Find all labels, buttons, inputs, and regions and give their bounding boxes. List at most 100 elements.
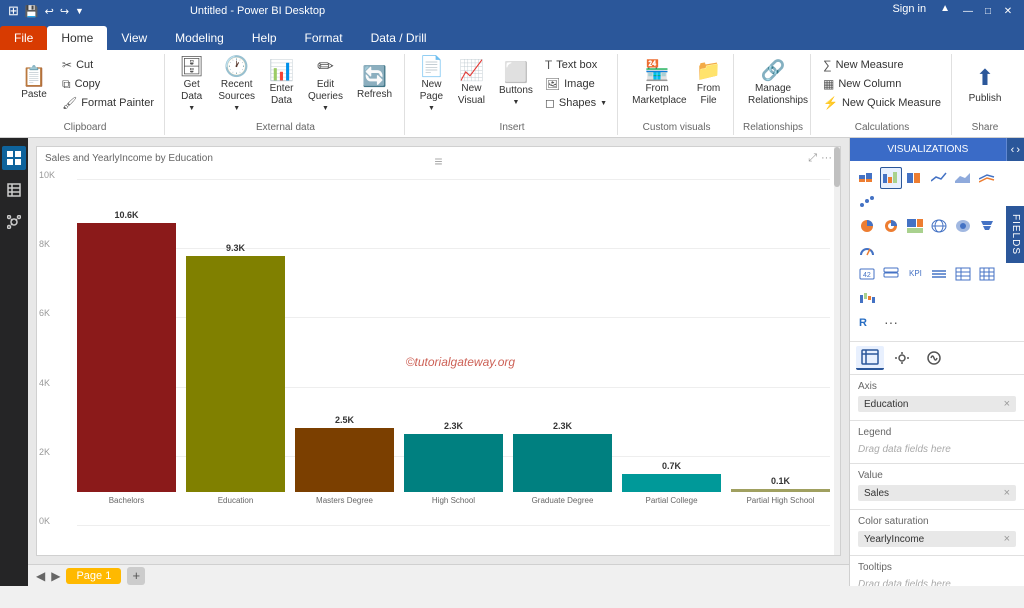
fields-tool-btn[interactable] — [856, 346, 884, 370]
vis-icon-stacked-bar[interactable] — [856, 167, 878, 189]
dropdown-arrow[interactable]: ▼ — [75, 6, 84, 16]
tab-home[interactable]: Home — [47, 26, 107, 50]
vis-icon-line-stacked[interactable] — [976, 167, 998, 189]
axis-section: Axis Education × — [850, 375, 1024, 421]
chart-more-btn[interactable]: ··· — [821, 152, 832, 165]
new-page-button[interactable]: 📄 NewPage ▼ — [413, 56, 450, 112]
undo-btn[interactable]: ↩ — [45, 5, 54, 18]
new-quick-measure-button[interactable]: ⚡ New Quick Measure — [819, 94, 945, 112]
vis-icon-map[interactable] — [928, 215, 950, 237]
bar-item-graduate[interactable]: 2.3K Graduate Degree — [513, 199, 612, 505]
tab-modeling[interactable]: Modeling — [161, 26, 238, 50]
from-file-button[interactable]: 📁 FromFile — [690, 56, 727, 112]
tab-view[interactable]: View — [107, 26, 161, 50]
page-nav-right[interactable]: ▶ — [51, 569, 60, 583]
vis-icon-multirow-card[interactable] — [880, 263, 902, 285]
vis-icon-gauge[interactable] — [856, 239, 878, 261]
vis-icon-waterfall[interactable] — [856, 287, 878, 309]
vis-icon-treemap[interactable] — [904, 215, 926, 237]
page-1-tab[interactable]: Page 1 — [66, 568, 121, 584]
vis-icon-donut[interactable] — [880, 215, 902, 237]
bar-item-partial-highschool[interactable]: 0.1K Partial High School — [731, 199, 830, 505]
relationships-label: Relationships — [742, 119, 804, 133]
paste-button[interactable]: 📋 Paste — [12, 56, 56, 112]
panel-chevrons: ‹ › — [1007, 138, 1024, 161]
vis-icon-kpi[interactable]: KPI — [904, 263, 926, 285]
format-painter-button[interactable]: 🖌 Format Painter — [58, 94, 158, 112]
vis-icon-filled-map[interactable] — [952, 215, 974, 237]
tab-data-drill[interactable]: Data / Drill — [357, 26, 441, 50]
axis-remove-btn[interactable]: × — [1004, 398, 1010, 410]
format-tool-btn[interactable] — [888, 346, 916, 370]
from-marketplace-button[interactable]: 🏪 FromMarketplace — [626, 56, 688, 112]
bar-item-masters[interactable]: 2.5K Masters Degree — [295, 199, 394, 505]
get-data-button[interactable]: 🗄 GetData ▼ — [173, 56, 210, 112]
vis-icon-line[interactable] — [928, 167, 950, 189]
sign-in-btn[interactable]: Sign in — [892, 3, 926, 19]
chart-menu-btn[interactable]: ≡ — [434, 153, 442, 169]
chart-scrollbar-thumb[interactable] — [834, 147, 840, 187]
enter-data-button[interactable]: 📊 EnterData — [263, 56, 300, 112]
refresh-button[interactable]: 🔄 Refresh — [351, 56, 398, 112]
vis-icons-section: 42 KPI R ··· — [850, 161, 1024, 342]
maximize-btn[interactable]: □ — [980, 3, 996, 19]
visualizations-tab[interactable]: VISUALIZATIONS — [850, 138, 1007, 161]
manage-relationships-button[interactable]: 🔗 ManageRelationships — [742, 56, 804, 112]
image-button[interactable]: 🖼 Image — [541, 75, 611, 93]
bar-item-partial-college[interactable]: 0.7K Partial College — [622, 199, 721, 505]
cut-button[interactable]: ✂ Cut — [58, 56, 158, 74]
bar-item-highschool[interactable]: 2.3K High School — [404, 199, 503, 505]
vis-icon-r[interactable]: R — [856, 311, 878, 333]
value-sales-pill[interactable]: Sales × — [858, 485, 1016, 501]
shapes-button[interactable]: ◻ Shapes ▼ — [541, 94, 611, 112]
model-view-btn[interactable] — [2, 210, 26, 234]
new-column-button[interactable]: ▦ New Column — [819, 75, 945, 93]
data-view-btn[interactable] — [2, 178, 26, 202]
axis-education-pill[interactable]: Education × — [858, 396, 1016, 412]
redo-btn[interactable]: ↪ — [60, 5, 69, 18]
panel-expand-left[interactable]: ‹ — [1011, 144, 1015, 156]
text-box-button[interactable]: T Text box — [541, 56, 611, 74]
fields-vertical-tab[interactable]: FIELDS — [1006, 206, 1024, 263]
new-measure-button[interactable]: ∑ New Measure — [819, 56, 945, 74]
vis-icon-area[interactable] — [952, 167, 974, 189]
vis-icon-more[interactable]: ··· — [880, 311, 902, 333]
color-remove-btn[interactable]: × — [1004, 533, 1010, 545]
chart-expand-btn[interactable]: ⤢ — [808, 152, 817, 165]
report-view-btn[interactable] — [2, 146, 26, 170]
svg-text:42: 42 — [863, 272, 871, 279]
analytics-tool-btn[interactable] — [920, 346, 948, 370]
quick-access-save[interactable]: 💾 — [25, 5, 39, 18]
chart-scrollbar-track — [834, 147, 840, 555]
add-page-button[interactable]: + — [127, 567, 145, 585]
vis-icon-table[interactable] — [952, 263, 974, 285]
tab-format[interactable]: Format — [291, 26, 357, 50]
chevron-up-icon[interactable]: ▲ — [940, 3, 950, 19]
bar-item-education[interactable]: 9.3K Education — [186, 199, 285, 505]
vis-icon-funnel[interactable] — [976, 215, 998, 237]
value-remove-btn[interactable]: × — [1004, 487, 1010, 499]
page-nav-left[interactable]: ◀ — [36, 569, 45, 583]
vis-icon-matrix[interactable] — [976, 263, 998, 285]
recent-sources-button[interactable]: 🕐 RecentSources ▼ — [212, 56, 261, 112]
bar-item-bachelors[interactable]: 10.6K Bachelors — [77, 199, 176, 505]
vis-icon-100pct-bar[interactable] — [904, 167, 926, 189]
vis-icon-card[interactable]: 42 — [856, 263, 878, 285]
svg-text:R: R — [859, 317, 867, 329]
minimize-btn[interactable]: — — [960, 3, 976, 19]
publish-button[interactable]: ⬆ Publish — [960, 56, 1010, 112]
new-visual-button[interactable]: 📈 NewVisual — [452, 56, 491, 112]
vis-icon-slicer[interactable] — [928, 263, 950, 285]
close-btn[interactable]: ✕ — [1000, 3, 1016, 19]
copy-button[interactable]: ⧉ Copy — [58, 75, 158, 93]
edit-queries-button[interactable]: ✏ EditQueries ▼ — [302, 56, 349, 112]
panel-expand-right[interactable]: › — [1016, 144, 1020, 156]
vis-icon-clustered-bar[interactable] — [880, 167, 902, 189]
vis-icon-scatter[interactable] — [856, 191, 878, 213]
buttons-button[interactable]: ⬜ Buttons ▼ — [493, 56, 539, 112]
tab-help[interactable]: Help — [238, 26, 291, 50]
tab-file[interactable]: File — [0, 26, 47, 50]
vis-icon-pie[interactable] — [856, 215, 878, 237]
color-yearlyincome-pill[interactable]: YearlyIncome × — [858, 531, 1016, 547]
recent-sources-icon: 🕐 — [224, 57, 249, 77]
